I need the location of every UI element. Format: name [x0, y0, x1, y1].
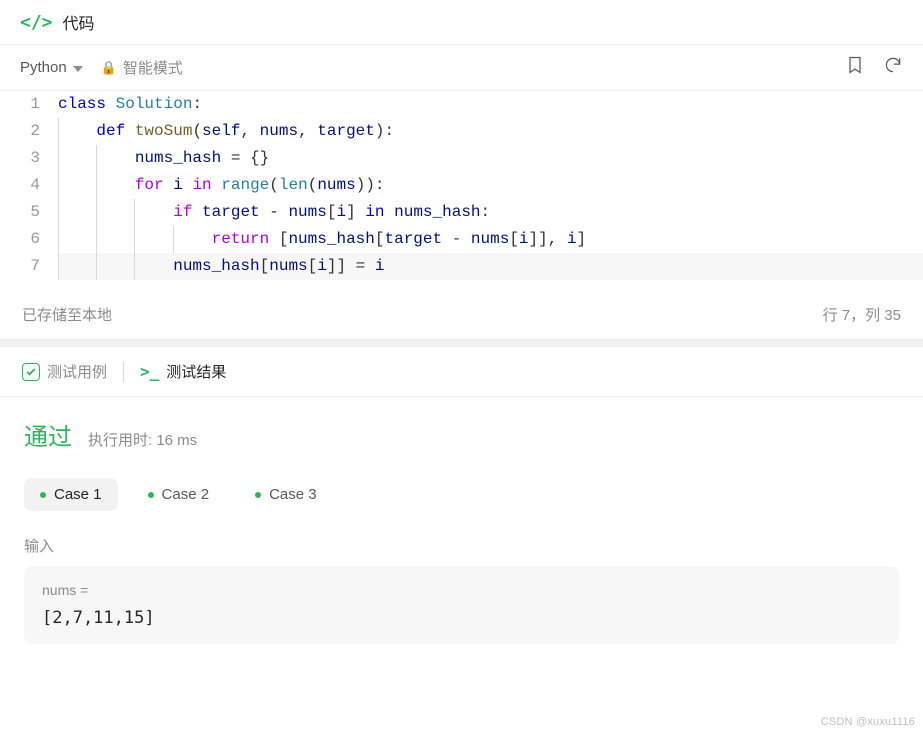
code-body[interactable]: class Solution: def twoSum(self, nums, t… — [58, 91, 923, 280]
code-line[interactable]: nums_hash[nums[i]] = i — [58, 253, 923, 280]
code-editor[interactable]: 1 2 3 4 5 6 7 class Solution: def twoSum… — [0, 91, 923, 284]
case-1-button[interactable]: Case 1 — [24, 478, 118, 511]
code-panel-header: </> 代码 — [0, 0, 923, 44]
code-line[interactable]: class Solution: — [58, 91, 923, 118]
reset-icon[interactable] — [883, 55, 903, 80]
mode-indicator: 🔒 智能模式 — [101, 57, 183, 78]
cursor-position: 行 7，列 35 — [823, 304, 901, 325]
code-line[interactable]: return [nums_hash[target - nums[i]], i] — [58, 226, 923, 253]
line-number: 6 — [0, 226, 40, 253]
code-icon: </> — [20, 12, 53, 33]
case-tabs: Case 1 Case 2 Case 3 — [24, 478, 899, 511]
lock-icon: 🔒 — [101, 60, 117, 76]
code-line[interactable]: def twoSum(self, nums, target): — [58, 118, 923, 145]
line-number: 5 — [0, 199, 40, 226]
input-variable-name: nums = — [42, 582, 881, 598]
terminal-icon: >_ — [140, 362, 159, 381]
status-dot-icon — [255, 492, 261, 498]
pass-label: 通过 — [24, 417, 72, 452]
code-line[interactable]: if target - nums[i] in nums_hash: — [58, 199, 923, 226]
language-label: Python — [20, 59, 67, 76]
chevron-down-icon — [73, 66, 83, 72]
results-tabs: 测试用例 >_ 测试结果 — [0, 347, 923, 397]
tab-test-cases-label: 测试用例 — [47, 361, 107, 382]
line-number: 3 — [0, 145, 40, 172]
line-number: 1 — [0, 91, 40, 118]
tab-test-cases[interactable]: 测试用例 — [22, 361, 107, 382]
case-3-button[interactable]: Case 3 — [239, 478, 333, 511]
status-dot-icon — [40, 492, 46, 498]
mode-text: 智能模式 — [123, 57, 183, 78]
line-gutter: 1 2 3 4 5 6 7 — [0, 91, 58, 280]
input-box: nums = [2,7,11,15] — [24, 566, 899, 644]
input-variable-value: [2,7,11,15] — [42, 608, 881, 628]
panel-title: 代码 — [63, 10, 95, 34]
status-dot-icon — [148, 492, 154, 498]
case-label: Case 3 — [269, 486, 317, 503]
editor-toolbar: Python 🔒 智能模式 — [0, 45, 923, 90]
bookmark-icon[interactable] — [845, 55, 865, 80]
tab-divider — [123, 363, 124, 381]
results-body: 通过 执行用时: 16 ms Case 1 Case 2 Case 3 输入 n… — [0, 397, 923, 664]
code-line[interactable]: for i in range(len(nums)): — [58, 172, 923, 199]
case-2-button[interactable]: Case 2 — [132, 478, 226, 511]
tab-test-results[interactable]: >_ 测试结果 — [140, 361, 226, 382]
save-status: 已存储至本地 — [22, 304, 112, 325]
runtime-label: 执行用时: 16 ms — [88, 429, 197, 450]
case-label: Case 1 — [54, 486, 102, 503]
language-selector[interactable]: Python — [20, 59, 83, 76]
input-section-label: 输入 — [24, 535, 899, 556]
case-label: Case 2 — [162, 486, 210, 503]
check-icon — [22, 363, 40, 381]
watermark: CSDN @xuxu1116 — [821, 716, 915, 728]
result-status-row: 通过 执行用时: 16 ms — [24, 417, 899, 452]
line-number: 2 — [0, 118, 40, 145]
line-number: 4 — [0, 172, 40, 199]
tab-test-results-label: 测试结果 — [166, 361, 226, 382]
editor-status-bar: 已存储至本地 行 7，列 35 — [0, 284, 923, 339]
code-line[interactable]: nums_hash = {} — [58, 145, 923, 172]
line-number: 7 — [0, 253, 40, 280]
panel-gap — [0, 339, 923, 347]
